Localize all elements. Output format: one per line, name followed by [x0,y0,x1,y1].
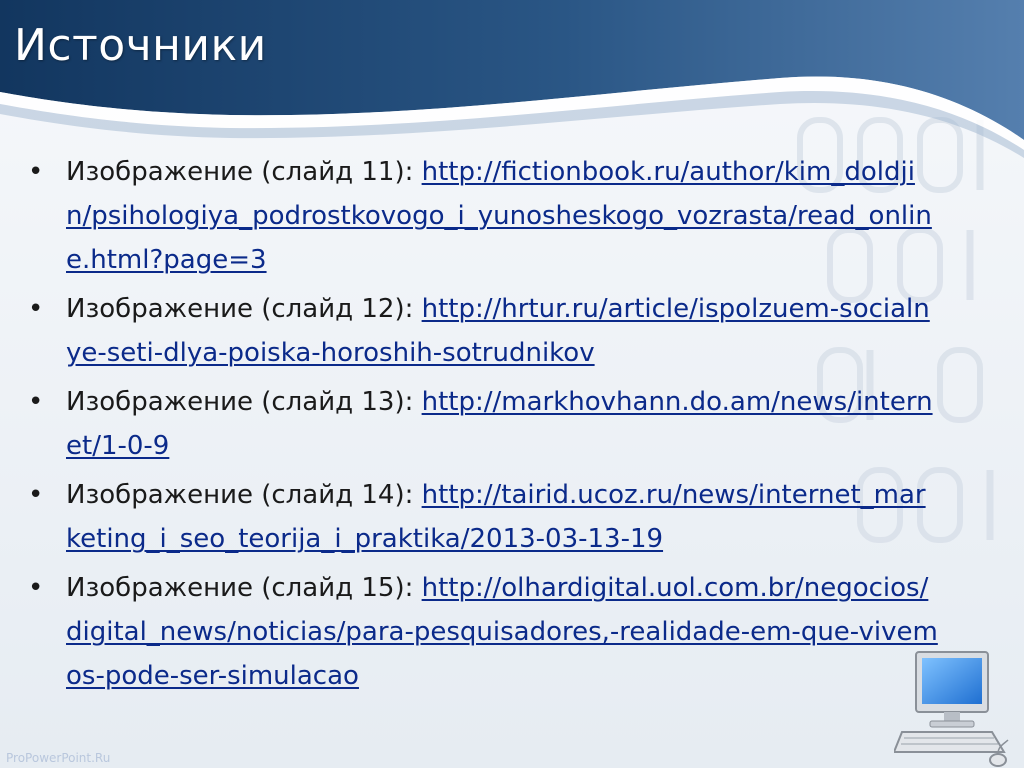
source-label: Изображение (слайд 14): [66,480,414,510]
list-item: • Изображение (слайд 15): http://olhardi… [28,566,938,698]
list-item: • Изображение (слайд 14): http://tairid.… [28,473,938,561]
bullet: • [28,157,44,187]
slide: Источники • Изображение (слайд 11): http… [0,0,1024,768]
source-label: Изображение (слайд 11): [66,157,414,187]
source-label: Изображение (слайд 12): [66,294,414,324]
list-item: • Изображение (слайд 13): http://markhov… [28,380,938,468]
computer-icon [894,651,1009,767]
bullet: • [28,573,44,603]
bullet: • [28,294,44,324]
bullet: • [28,387,44,417]
slide-title: Источники [14,20,267,71]
source-label: Изображение (слайд 15): [66,573,414,603]
list-item: • Изображение (слайд 11): http://fiction… [28,150,938,282]
bullet: • [28,480,44,510]
source-label: Изображение (слайд 13): [66,387,414,417]
list-item: • Изображение (слайд 12): http://hrtur.r… [28,287,938,375]
sources-list: • Изображение (слайд 11): http://fiction… [28,150,938,703]
watermark: ProPowerPoint.Ru [6,751,111,765]
